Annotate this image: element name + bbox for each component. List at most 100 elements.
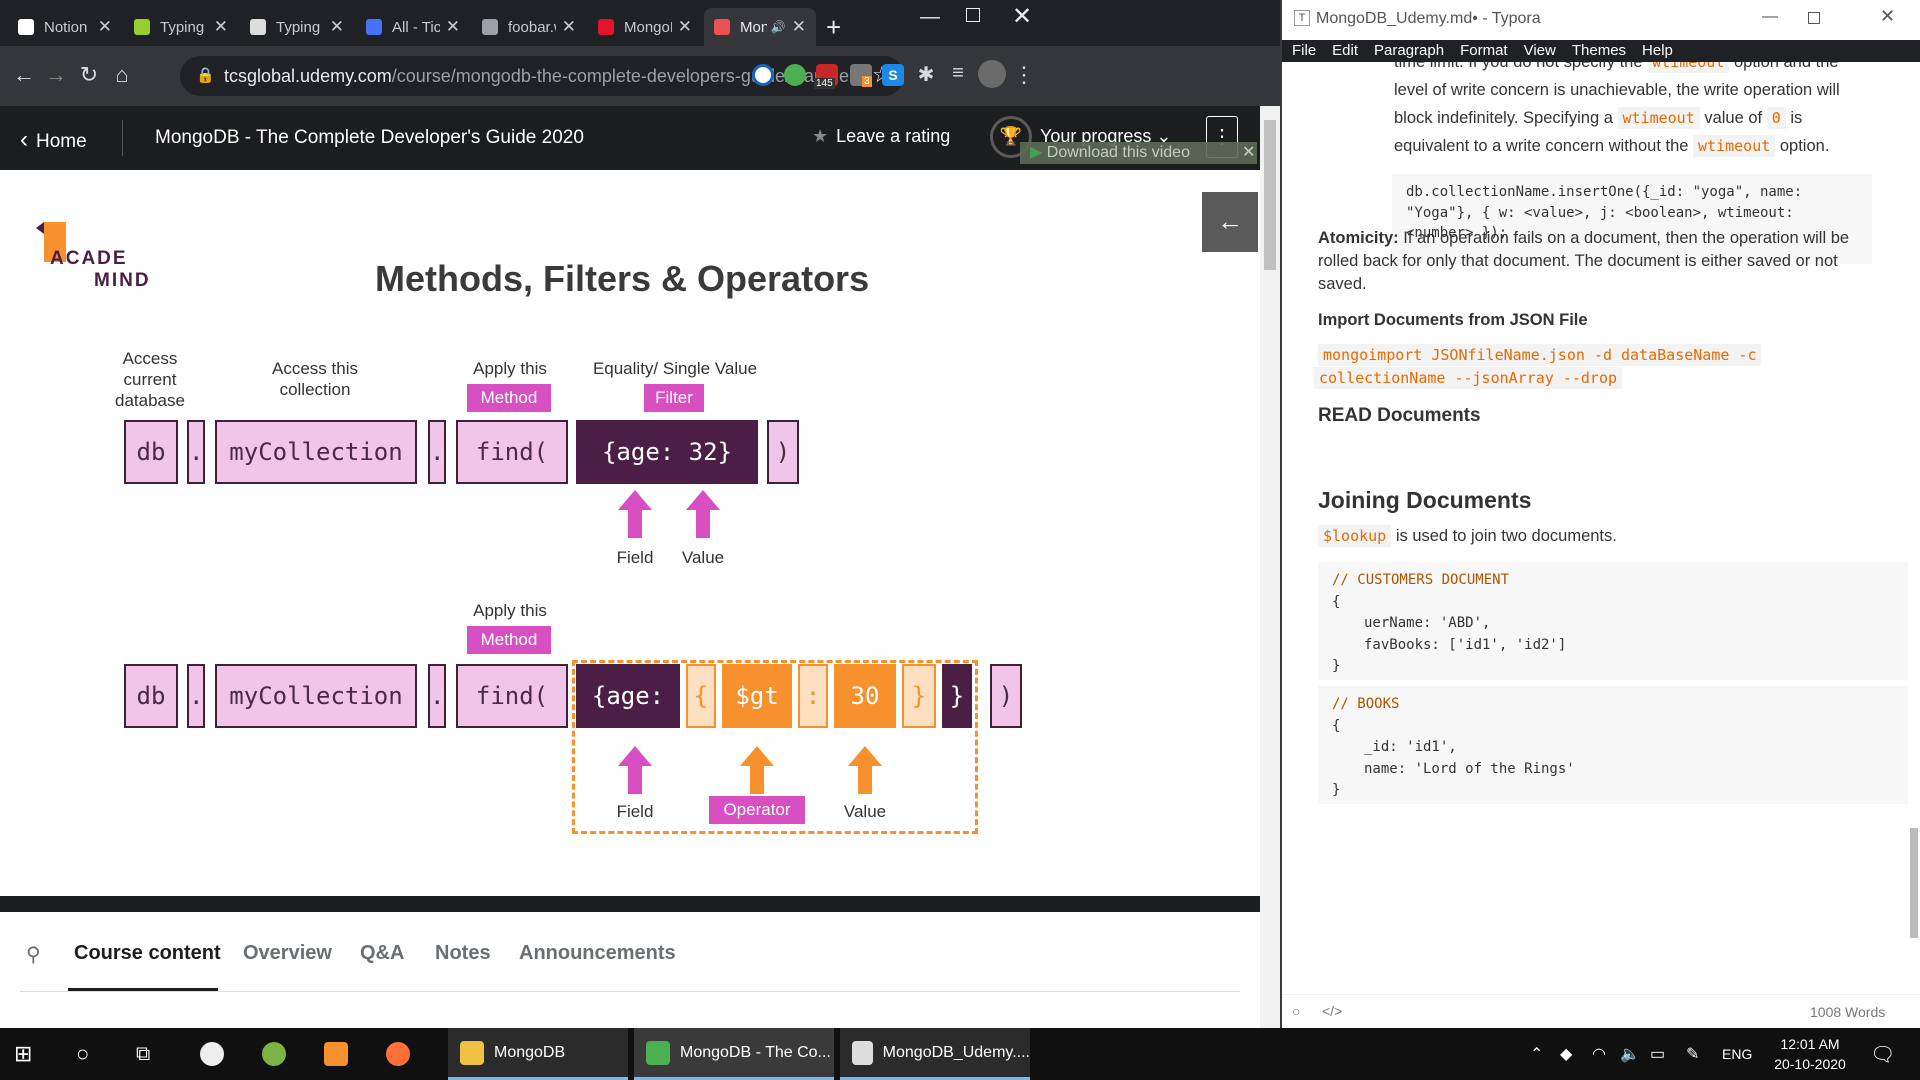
close-tab-icon[interactable]: ✕ bbox=[446, 17, 460, 37]
sidebar-toggle-arrow-icon[interactable]: ← bbox=[1202, 192, 1258, 252]
maximize-button[interactable] bbox=[1808, 12, 1820, 24]
tab-qa[interactable]: Q&A bbox=[360, 942, 404, 965]
video-slide[interactable]: ACADE MIND Methods, Filters & Operators … bbox=[0, 186, 1260, 896]
box-dot-2: . bbox=[428, 420, 446, 484]
browser-tab[interactable]: Mon 🔊 ✕ bbox=[704, 8, 816, 46]
chrome-icon bbox=[646, 1040, 670, 1065]
menu-edit[interactable]: Edit bbox=[1332, 42, 1358, 59]
wifi-icon[interactable]: ◠ bbox=[1592, 1028, 1606, 1080]
typora-editor[interactable]: time limit. If you do not specify the wt… bbox=[1282, 62, 1920, 994]
source-code-icon[interactable]: </> bbox=[1322, 1003, 1342, 1019]
search-icon[interactable]: ⚲ bbox=[26, 942, 41, 967]
new-tab-button[interactable]: + bbox=[826, 12, 841, 43]
close-tab-icon[interactable]: ✕ bbox=[792, 17, 806, 37]
close-window-button[interactable]: ✕ bbox=[1012, 2, 1032, 31]
home-link[interactable]: ‹ Home bbox=[20, 126, 87, 154]
play-icon: ▶ bbox=[1030, 144, 1043, 161]
tag-method: Method bbox=[467, 384, 551, 412]
taskbar-app[interactable]: MongoDB - The Co... bbox=[634, 1028, 834, 1080]
tree-app-icon[interactable] bbox=[262, 1042, 286, 1066]
browser-tab[interactable]: Typing pr ✕ bbox=[240, 8, 354, 46]
profile-avatar[interactable] bbox=[978, 60, 1006, 88]
taskbar-app[interactable]: MongoDB_Udemy.... bbox=[840, 1028, 1030, 1080]
extension-3-icon[interactable]: 3 bbox=[850, 64, 872, 87]
box-value-30: 30 bbox=[834, 664, 896, 728]
box-close-paren-2: ) bbox=[990, 664, 1022, 728]
extension-green-icon[interactable] bbox=[784, 64, 806, 86]
box-rbrace: } bbox=[902, 664, 936, 728]
battery-icon[interactable]: ▭ bbox=[1650, 1028, 1665, 1080]
page-scrollbar[interactable] bbox=[1260, 106, 1280, 1028]
sublime-icon[interactable] bbox=[324, 1042, 348, 1066]
minimize-button[interactable]: — bbox=[1762, 8, 1778, 26]
extensions-puzzle-icon[interactable]: ✱ bbox=[912, 62, 940, 87]
extension-145-icon[interactable]: 145 bbox=[814, 64, 838, 89]
leave-rating-label: Leave a rating bbox=[836, 126, 951, 146]
label-apply-method-2: Apply this bbox=[473, 601, 547, 620]
home-icon[interactable]: ⌂ bbox=[108, 62, 136, 88]
windows-start-icon[interactable]: ⊞ bbox=[14, 1028, 32, 1080]
browser-tab[interactable]: foobar.w ✕ bbox=[472, 8, 586, 46]
browser-tab[interactable]: MongoD ✕ bbox=[588, 8, 702, 46]
clock[interactable]: 12:01 AM 20-10-2020 bbox=[1770, 1034, 1850, 1074]
sidebar-circle-icon[interactable]: ○ bbox=[1292, 1003, 1300, 1019]
task-view-icon[interactable]: ⧉ bbox=[136, 1028, 150, 1080]
notification-icon[interactable]: 🗨 bbox=[1870, 1028, 1895, 1080]
close-tab-icon[interactable]: ✕ bbox=[214, 17, 228, 37]
menu-file[interactable]: File bbox=[1292, 42, 1316, 59]
menu-view[interactable]: View bbox=[1524, 42, 1556, 59]
menu-themes[interactable]: Themes bbox=[1572, 42, 1626, 59]
download-video-bar[interactable]: ▶ Download this video ✕ bbox=[1020, 142, 1257, 164]
forward-arrow-icon[interactable]: → bbox=[42, 62, 70, 88]
menu-format[interactable]: Format bbox=[1460, 42, 1508, 59]
close-icon[interactable]: ✕ bbox=[1242, 142, 1255, 164]
chevron-up-icon[interactable]: ⌃ bbox=[1530, 1028, 1543, 1080]
firefox-icon[interactable] bbox=[386, 1042, 410, 1066]
ticktick-icon bbox=[366, 19, 382, 35]
close-tab-icon[interactable]: ✕ bbox=[562, 17, 576, 37]
volume-icon[interactable]: 🔈 bbox=[1620, 1028, 1640, 1080]
search-circle-icon[interactable]: ○ bbox=[76, 1028, 89, 1080]
close-tab-icon[interactable]: ✕ bbox=[678, 17, 692, 37]
inline-code: $lookup bbox=[1318, 525, 1392, 547]
close-tab-icon[interactable]: ✕ bbox=[330, 17, 344, 37]
browser-tab[interactable]: All - Tick ✕ bbox=[356, 8, 470, 46]
tab-announcements[interactable]: Announcements bbox=[519, 942, 676, 965]
language-indicator[interactable]: ENG bbox=[1722, 1028, 1752, 1080]
tab-notes[interactable]: Notes bbox=[435, 942, 491, 965]
maximize-button[interactable] bbox=[966, 8, 980, 22]
taskbar-app-label: MongoDB bbox=[494, 1043, 566, 1061]
editor-scrollbar-thumb[interactable] bbox=[1910, 828, 1918, 938]
browser-tab[interactable]: Typing Te ✕ bbox=[124, 8, 238, 46]
pen-icon[interactable]: ✎ bbox=[1686, 1028, 1699, 1080]
word-count[interactable]: 1008 Words bbox=[1810, 1004, 1885, 1020]
extension-s-icon[interactable] bbox=[752, 64, 774, 86]
close-tab-icon[interactable]: ✕ bbox=[98, 17, 112, 37]
label-field: Field bbox=[616, 548, 654, 567]
badge: 145 bbox=[814, 78, 835, 89]
slide-title: Methods, Filters & Operators bbox=[375, 258, 870, 299]
minimize-button[interactable]: — bbox=[920, 6, 940, 29]
box-rbrace-outer: } bbox=[942, 664, 972, 728]
menu-paragraph[interactable]: Paragraph bbox=[1374, 42, 1444, 59]
tab-course-content[interactable]: Course content bbox=[74, 942, 221, 965]
star-icon: ★ bbox=[812, 126, 829, 146]
code-line: db.collectionName.insertOne({_id: "yoga"… bbox=[1406, 184, 1803, 200]
menu-help[interactable]: Help bbox=[1642, 42, 1673, 59]
speaker-icon: 🔊 bbox=[770, 20, 786, 34]
extension-s-blue-icon[interactable]: S bbox=[882, 64, 904, 86]
leave-rating-button[interactable]: ★ Leave a rating bbox=[812, 126, 950, 147]
fox-app-icon[interactable] bbox=[200, 1042, 224, 1066]
taskbar-app[interactable]: MongoDB bbox=[448, 1028, 628, 1080]
media-control-icon[interactable]: ≡ bbox=[944, 62, 972, 85]
close-window-button[interactable]: ✕ bbox=[1880, 6, 1895, 27]
back-arrow-icon[interactable]: ← bbox=[10, 62, 38, 88]
heading: Joining Documents bbox=[1318, 487, 1532, 513]
tab-overview[interactable]: Overview bbox=[243, 942, 332, 965]
reload-icon[interactable]: ↻ bbox=[75, 62, 103, 88]
scrollbar-thumb[interactable] bbox=[1264, 120, 1276, 270]
code-line: } bbox=[1332, 658, 1341, 674]
dropbox-icon[interactable]: ◆ bbox=[1560, 1028, 1572, 1080]
browser-tab[interactable]: Notion Ic ✕ bbox=[8, 8, 122, 46]
menu-kebab-icon[interactable]: ⋮ bbox=[1010, 62, 1038, 88]
